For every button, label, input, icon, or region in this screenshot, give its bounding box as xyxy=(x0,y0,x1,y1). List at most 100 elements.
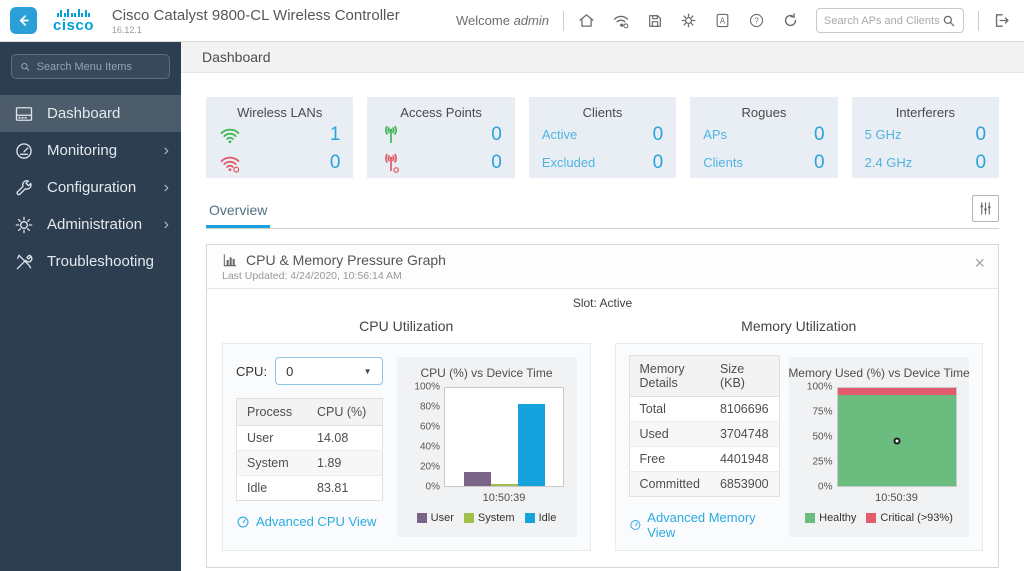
antenna-up-icon xyxy=(380,124,402,146)
cpu-process-table: Process CPU (%) User14.08 System1.89 xyxy=(236,398,383,501)
sidebar-item-monitoring[interactable]: Monitoring › xyxy=(0,132,181,169)
language-icon[interactable]: A xyxy=(714,12,731,29)
chevron-right-icon: › xyxy=(164,143,169,159)
back-arrow-icon xyxy=(17,14,30,27)
card-title: Rogues xyxy=(703,105,824,120)
sidebar-item-administration[interactable]: Administration › xyxy=(0,206,181,243)
wireless-settings-icon[interactable] xyxy=(612,12,630,30)
card-row-label[interactable]: 5 GHz xyxy=(865,127,902,142)
chart-title: CPU (%) vs Device Time xyxy=(420,366,552,380)
app-title: Cisco Catalyst 9800-CL Wireless Controll… xyxy=(112,7,400,24)
gauge-icon xyxy=(13,140,35,162)
table-header: Memory Details xyxy=(629,355,710,396)
svg-text:A: A xyxy=(720,16,726,25)
wifi-down-icon xyxy=(219,152,241,174)
x-axis-label: 10:50:39 xyxy=(444,492,564,504)
sidebar-item-configuration[interactable]: Configuration › xyxy=(0,169,181,206)
sidebar-item-troubleshooting[interactable]: Troubleshooting xyxy=(0,243,181,280)
help-icon[interactable]: ? xyxy=(748,12,765,29)
card-row-label[interactable]: 2.4 GHz xyxy=(865,155,913,170)
header-divider-2 xyxy=(978,11,979,31)
card-value: 0 xyxy=(814,124,825,146)
refresh-icon[interactable] xyxy=(782,12,799,29)
card-title: Wireless LANs xyxy=(219,105,340,120)
dashboard-settings-button[interactable] xyxy=(972,195,999,222)
advanced-memory-view-link[interactable]: Advanced Memory View xyxy=(629,510,776,540)
cisco-logo: cisco xyxy=(53,9,94,33)
bar-system xyxy=(491,484,518,486)
card-title: Access Points xyxy=(380,105,501,120)
username: admin xyxy=(514,13,549,28)
card-row-label[interactable]: Active xyxy=(542,127,577,142)
card-value: 0 xyxy=(491,124,502,146)
card-title: Clients xyxy=(542,105,663,120)
cpu-utilization-section: CPU Utilization CPU: 0 ▼ xyxy=(222,313,591,551)
home-icon[interactable] xyxy=(578,12,595,29)
cisco-logo-bars-icon xyxy=(57,9,91,17)
back-button[interactable] xyxy=(10,7,37,34)
y-axis: 100% 75% 50% 25% 0% xyxy=(802,387,837,487)
card-value: 0 xyxy=(653,124,664,146)
memory-plot-area xyxy=(837,387,957,487)
card-interferers[interactable]: Interferers 5 GHz 0 2.4 GHz 0 xyxy=(852,97,999,178)
card-access-points[interactable]: Access Points 0 xyxy=(367,97,514,178)
card-rogues[interactable]: Rogues APs 0 Clients 0 xyxy=(690,97,837,178)
advanced-cpu-view-link[interactable]: Advanced CPU View xyxy=(236,514,383,529)
welcome-text: Welcome admin xyxy=(456,13,549,28)
card-title: Interferers xyxy=(865,105,986,120)
gear-outline-icon xyxy=(13,214,35,236)
bar-user xyxy=(464,472,491,486)
logout-icon[interactable] xyxy=(993,12,1010,29)
tab-overview[interactable]: Overview xyxy=(206,202,270,228)
card-row-label[interactable]: Clients xyxy=(703,155,743,170)
slot-label: Slot: Active xyxy=(207,296,998,310)
cpu-select-value: 0 xyxy=(286,364,293,379)
card-value: 0 xyxy=(975,124,986,146)
table-header: Size (KB) xyxy=(710,355,779,396)
global-search[interactable] xyxy=(816,8,964,33)
sidebar-item-label: Troubleshooting xyxy=(47,253,169,270)
summary-cards: Wireless LANs 1 xyxy=(206,97,999,178)
breadcrumb: Dashboard xyxy=(181,42,1024,73)
sidebar-item-label: Administration xyxy=(47,216,164,233)
svg-text:?: ? xyxy=(754,16,759,25)
card-value: 1 xyxy=(330,124,341,146)
sidebar-item-label: Dashboard xyxy=(47,105,169,122)
sidebar-item-dashboard[interactable]: Dashboard xyxy=(0,95,181,132)
card-row-label[interactable]: APs xyxy=(703,127,727,142)
menu-search[interactable] xyxy=(11,54,170,79)
menu-search-input[interactable] xyxy=(37,61,161,73)
card-clients[interactable]: Clients Active 0 Excluded 0 xyxy=(529,97,676,178)
global-search-input[interactable] xyxy=(824,15,942,27)
cisco-logo-text: cisco xyxy=(53,18,94,33)
table-row: Total8106696 xyxy=(629,396,779,421)
save-icon[interactable] xyxy=(647,13,663,29)
antenna-down-icon xyxy=(380,152,402,174)
card-value: 0 xyxy=(491,152,502,174)
table-row: Idle83.81 xyxy=(237,476,383,501)
chevron-right-icon: › xyxy=(164,180,169,196)
settings-gear-icon[interactable] xyxy=(680,12,697,29)
table-row: Used3704748 xyxy=(629,421,779,446)
table-row: User14.08 xyxy=(237,426,383,451)
widget-last-updated: Last Updated: 4/24/2020, 10:56:14 AM xyxy=(222,270,983,282)
widget-title: CPU & Memory Pressure Graph xyxy=(246,252,446,268)
tools-icon xyxy=(13,251,35,273)
sidebar-item-label: Configuration xyxy=(47,179,164,196)
sidebar: Dashboard Monitoring › Configuration › A… xyxy=(0,42,181,571)
sliders-icon xyxy=(978,201,993,216)
close-icon[interactable]: × xyxy=(974,254,985,272)
card-wireless-lans[interactable]: Wireless LANs 1 xyxy=(206,97,353,178)
critical-area xyxy=(838,388,956,395)
app-version: 16.12.1 xyxy=(112,25,400,35)
cpu-select[interactable]: 0 ▼ xyxy=(275,357,382,385)
card-row-label[interactable]: Excluded xyxy=(542,155,595,170)
sidebar-item-label: Monitoring xyxy=(47,142,164,159)
top-header: cisco Cisco Catalyst 9800-CL Wireless Co… xyxy=(0,0,1024,42)
wrench-icon xyxy=(13,177,35,199)
table-row: System1.89 xyxy=(237,451,383,476)
chart-title: Memory Used (%) vs Device Time xyxy=(788,366,969,380)
cpu-select-label: CPU: xyxy=(236,364,267,379)
gauge-icon xyxy=(236,515,250,529)
cpu-plot-area xyxy=(444,387,564,487)
